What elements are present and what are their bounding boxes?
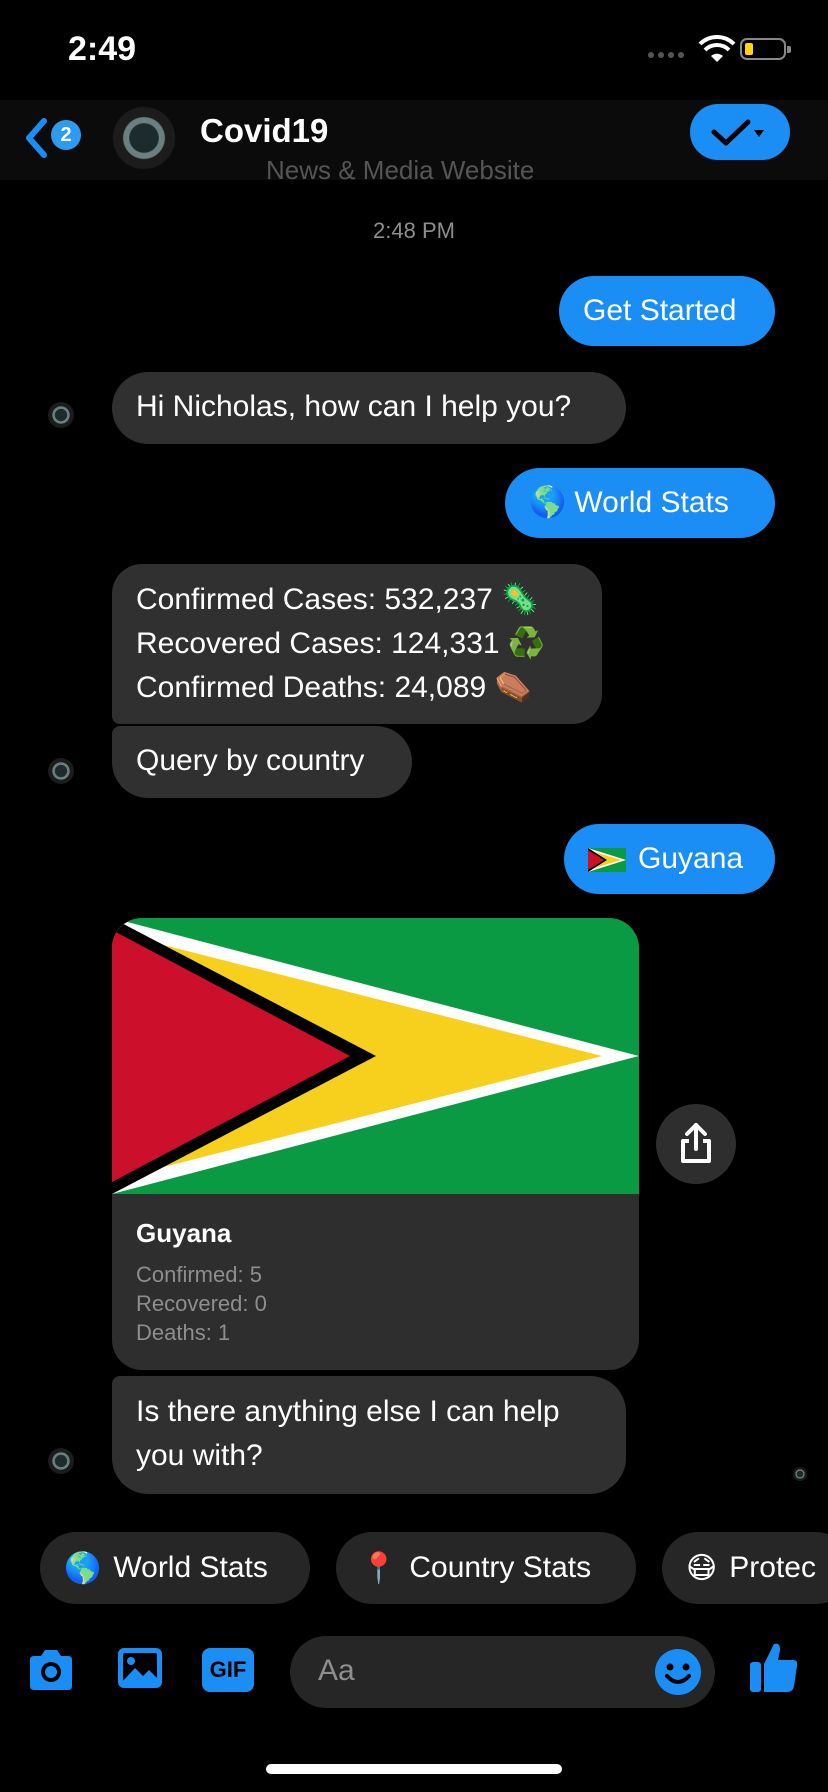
message-text: Get Started	[583, 294, 737, 327]
stat-line: Confirmed Deaths: 24,089 ⚰️	[136, 671, 532, 704]
globe-icon: 🌎	[64, 1552, 102, 1586]
emoji-icon[interactable]	[654, 1648, 702, 1696]
bot-avatar	[46, 1446, 76, 1476]
message-placeholder: Aa	[318, 1654, 355, 1687]
message-in[interactable]: Hi Nicholas, how can I help you?	[112, 372, 626, 444]
read-receipt	[792, 1466, 808, 1482]
stats-message[interactable]: Confirmed Cases: 532,237 🦠 Recovered Cas…	[112, 564, 602, 724]
message-text: Guyana	[638, 842, 744, 875]
chevron-left-icon	[26, 118, 47, 158]
country-card[interactable]: Guyana Confirmed: 5 Recovered: 0 Deaths:…	[112, 918, 639, 1370]
recycle-icon: ♻️	[507, 627, 546, 660]
share-button[interactable]	[656, 1104, 736, 1184]
virus-icon: 🦠	[501, 583, 539, 616]
timestamp: 2:48 PM	[373, 218, 455, 243]
quick-reply-label: Country Stats	[409, 1551, 592, 1584]
wifi-icon	[698, 34, 736, 62]
composer: GIF Aa	[0, 1630, 828, 1720]
stat-line: Confirmed Cases: 532,237 🦠	[136, 583, 539, 616]
message-out[interactable]: Guyana	[564, 824, 775, 894]
guyana-flag-image	[112, 918, 639, 1194]
message-text: Hi Nicholas, how can I help you?	[136, 390, 572, 423]
signal-icon	[648, 52, 688, 60]
bot-avatar	[46, 756, 76, 786]
message-input[interactable]: Aa	[290, 1636, 715, 1708]
card-recovered: Recovered: 0	[136, 1291, 267, 1316]
quick-reply-country-stats[interactable]: 📍 Country Stats	[336, 1532, 636, 1604]
coffin-icon: ⚰️	[494, 671, 532, 704]
check-dropdown-icon	[711, 119, 764, 146]
message-out[interactable]: 🌎 World Stats	[505, 468, 775, 538]
card-title: Guyana	[136, 1218, 232, 1248]
back-button[interactable]: 2	[24, 112, 88, 162]
page-category: News & Media Website	[266, 160, 535, 182]
quick-reply-label: World Stats	[113, 1551, 268, 1584]
camera-icon[interactable]	[26, 1648, 76, 1692]
home-indicator[interactable]	[266, 1764, 562, 1774]
stat-line: Recovered Cases: 124,331 ♻️	[136, 627, 546, 660]
avatar[interactable]	[108, 102, 180, 174]
message-text: Query by country	[136, 744, 365, 777]
verify-button[interactable]	[690, 104, 790, 160]
status-bar: 2:49	[0, 0, 828, 100]
message-text: Is there anything else I can help you wi…	[136, 1395, 560, 1472]
card-deaths: Deaths: 1	[136, 1320, 231, 1345]
page-title[interactable]: Covid19	[200, 112, 328, 150]
guyana-flag-icon	[588, 848, 626, 873]
battery-icon	[740, 38, 791, 60]
quick-reply-protect[interactable]: 😷 Protec	[662, 1532, 828, 1604]
message-text: World Stats	[574, 486, 729, 519]
pin-icon: 📍	[360, 1552, 398, 1586]
quick-reply-world-stats[interactable]: 🌎 World Stats	[40, 1532, 310, 1604]
message-in[interactable]: Query by country	[112, 726, 412, 798]
mask-face-icon: 😷	[686, 1552, 718, 1586]
quick-reply-label: Protec	[729, 1551, 816, 1584]
globe-icon: 🌎	[529, 486, 567, 519]
card-confirmed: Confirmed: 5	[136, 1262, 262, 1287]
message-out[interactable]: Get Started	[559, 276, 775, 346]
bot-avatar	[46, 400, 76, 430]
gif-button[interactable]: GIF	[202, 1648, 254, 1692]
unread-badge: 2	[51, 120, 81, 150]
share-icon	[681, 1123, 711, 1163]
thumbs-up-icon[interactable]	[748, 1640, 800, 1694]
status-time: 2:49	[68, 30, 137, 68]
photo-icon[interactable]	[116, 1646, 164, 1690]
message-in[interactable]: Is there anything else I can help you wi…	[112, 1376, 626, 1494]
